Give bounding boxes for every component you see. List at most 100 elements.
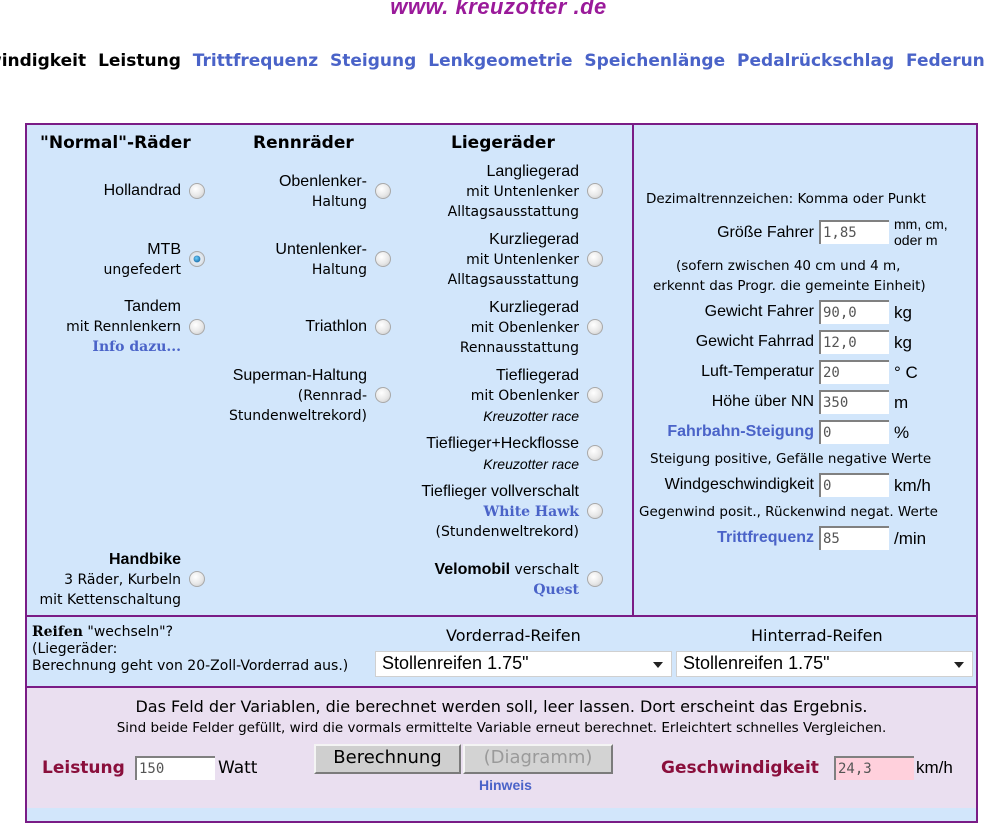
option-tiefliegerad: Tiefliegerad mit Obenlenker Kreuzotter r…: [471, 366, 579, 426]
radio-hollandrad[interactable]: [189, 183, 205, 199]
radio-superman[interactable]: [375, 387, 391, 403]
temperature-input[interactable]: [819, 360, 889, 384]
radio-handbike[interactable]: [189, 571, 205, 587]
option-label: Langliegerad: [486, 163, 579, 180]
heading-normal-bikes: "Normal"-Räder: [40, 133, 191, 153]
option-kurzliegerad-oben: Kurzliegerad mit Obenlenker Rennausstatt…: [460, 298, 579, 358]
option-label: Handbike: [108, 551, 181, 568]
option-handbike: Handbike 3 Räder, Kurbeln mit Kettenscha…: [40, 550, 181, 610]
option-mtb: MTB ungefedert: [103, 240, 181, 280]
option-langliegerad: Langliegerad mit Untenlenker Alltagsauss…: [448, 162, 579, 222]
option-sublabel: Kreuzotter race: [483, 408, 579, 424]
quest-link[interactable]: Quest: [434, 580, 579, 600]
hint-link[interactable]: Hinweis: [479, 777, 532, 793]
front-tire-value: Stollenreifen 1.75": [382, 653, 529, 673]
radio-tiefliegerad[interactable]: [587, 387, 603, 403]
altitude-input[interactable]: [819, 390, 889, 414]
height-note-1: (sofern zwischen 40 cm und 4 m,: [676, 258, 901, 274]
front-tire-select[interactable]: Stollenreifen 1.75": [375, 651, 672, 677]
option-sublabel: mit Untenlenker: [466, 184, 579, 200]
cadence-link[interactable]: Trittfrequenz: [717, 529, 814, 547]
radio-obenlenker[interactable]: [375, 183, 391, 199]
speed-output[interactable]: [834, 756, 914, 780]
nav-link-steigung[interactable]: Steigung: [330, 51, 416, 71]
radio-untenlenker[interactable]: [375, 251, 391, 267]
calc-instruction-sub: Sind beide Felder gefüllt, wird die vorm…: [116, 720, 887, 736]
radio-triathlon[interactable]: [375, 319, 391, 335]
chevron-down-icon: [653, 662, 663, 668]
tandem-info-link[interactable]: Info dazu...: [66, 337, 181, 357]
nav-link-speichenlaenge[interactable]: Speichenlänge: [584, 51, 725, 71]
option-untenlenker: Untenlenker- Haltung: [275, 240, 367, 280]
section-divider-calc: [25, 686, 978, 688]
radio-tandem[interactable]: [189, 319, 205, 335]
radio-mtb[interactable]: [189, 251, 205, 267]
wind-input[interactable]: [819, 473, 889, 497]
nav-link-pedalrueckschlag[interactable]: Pedalrückschlag: [737, 51, 894, 71]
option-sublabel: Alltagsausstattung: [447, 272, 579, 288]
radio-vollverschalt[interactable]: [587, 503, 603, 519]
radio-heckflosse[interactable]: [587, 445, 603, 461]
heading-recumbents: Liegeräder: [451, 133, 555, 153]
power-input[interactable]: [135, 756, 215, 780]
option-sublabel: mit Obenlenker: [470, 388, 579, 404]
option-label: Triathlon: [305, 318, 367, 335]
option-label: Tieflieger vollverschalt: [421, 483, 579, 500]
diagram-button[interactable]: (Diagramm): [463, 744, 613, 774]
radio-kurzliegerad-unten[interactable]: [587, 251, 603, 267]
slope-unit: %: [894, 423, 910, 442]
option-vollverschalt: Tieflieger vollverschalt White Hawk (Stu…: [421, 482, 579, 542]
option-sublabel: Haltung: [311, 262, 367, 278]
option-sublabel: Stundenweltrekord): [228, 408, 367, 424]
heading-race-bikes: Rennräder: [253, 133, 354, 153]
option-sublabel: verschalt: [510, 562, 580, 578]
option-superman: Superman-Haltung (Rennrad- Stundenweltre…: [229, 366, 367, 426]
altitude-label: Höhe über NN: [711, 393, 814, 410]
altitude-unit: m: [894, 393, 909, 412]
power-label: Leistung: [42, 758, 125, 778]
option-label: Tandem: [124, 298, 181, 315]
site-logo[interactable]: www. kreuzotter .de: [0, 0, 997, 20]
option-sublabel: Kreuzotter race: [483, 456, 579, 472]
height-input[interactable]: [819, 220, 889, 244]
nav-link-lenkgeometrie[interactable]: Lenkgeometrie: [428, 51, 572, 71]
option-label: MTB: [147, 241, 181, 258]
radio-velomobil[interactable]: [587, 571, 603, 587]
cadence-input[interactable]: [819, 526, 889, 550]
temperature-unit: ° C: [894, 363, 918, 382]
nav-link-federung[interactable]: Federun: [906, 51, 985, 71]
height-note-2: erkennt das Progr. die gemeinte Einheit): [653, 278, 926, 294]
speed-unit: km/h: [916, 758, 953, 777]
calc-instruction: Das Feld der Variablen, die berechnet we…: [135, 697, 868, 716]
option-sublabel: mit Obenlenker: [470, 320, 579, 336]
bike-weight-input[interactable]: [819, 330, 889, 354]
rider-weight-input[interactable]: [819, 300, 889, 324]
power-unit: Watt: [218, 758, 258, 778]
option-sublabel: mit Untenlenker: [466, 252, 579, 268]
option-label: Untenlenker-: [275, 241, 367, 258]
wind-unit: km/h: [894, 476, 931, 495]
radio-langliegerad[interactable]: [587, 183, 603, 199]
rear-tire-label: Hinterrad-Reifen: [751, 626, 883, 645]
calculate-button[interactable]: Berechnung: [314, 744, 461, 774]
slope-note: Steigung positive, Gefälle negative Wert…: [650, 451, 932, 467]
option-sublabel: Alltagsausstattung: [447, 204, 579, 220]
slope-link[interactable]: Fahrbahn-Steigung: [667, 423, 814, 441]
bike-weight-label: Gewicht Fahrrad: [695, 333, 814, 350]
rear-tire-value: Stollenreifen 1.75": [683, 653, 830, 673]
option-tandem: Tandem mit Rennlenkern Info dazu...: [66, 297, 181, 357]
nav-link-trittfrequenz[interactable]: Trittfrequenz: [193, 51, 318, 71]
option-sublabel: (Rennrad-: [297, 388, 367, 404]
option-label: Hollandrad: [103, 182, 181, 199]
tire-title: Reifen: [32, 624, 83, 640]
chevron-down-icon: [954, 662, 964, 668]
slope-input[interactable]: [819, 420, 889, 444]
option-velomobil: Velomobil verschalt Quest: [434, 560, 579, 600]
option-label: Velomobil: [434, 561, 511, 578]
option-sublabel: 3 Räder, Kurbeln: [64, 572, 181, 588]
rear-tire-select[interactable]: Stollenreifen 1.75": [676, 651, 973, 677]
option-sublabel: Rennausstattung: [459, 340, 579, 356]
white-hawk-link[interactable]: White Hawk: [421, 502, 579, 522]
option-heckflosse: Tieflieger+Heckflosse Kreuzotter race: [426, 434, 579, 474]
radio-kurzliegerad-oben[interactable]: [587, 319, 603, 335]
